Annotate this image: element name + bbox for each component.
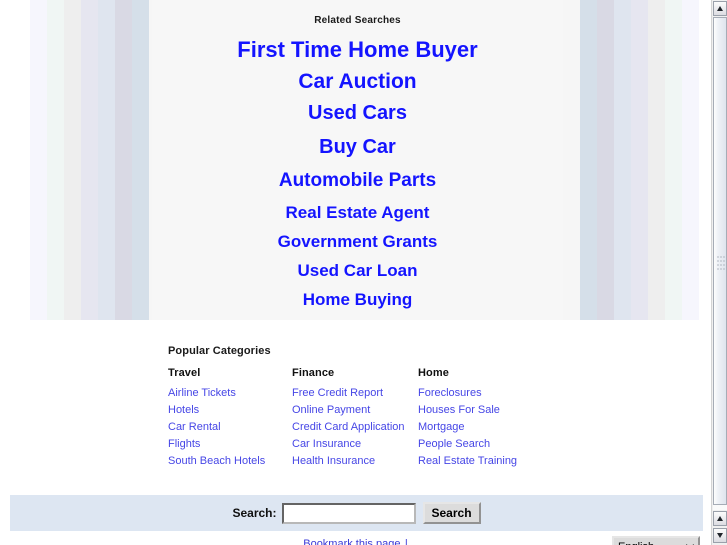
scrollbar-grip-icon xyxy=(717,256,725,270)
stripe xyxy=(47,0,64,320)
category-link[interactable]: Car Insurance xyxy=(292,436,418,453)
category-link[interactable]: Real Estate Training xyxy=(418,453,542,470)
category-link[interactable]: Airline Tickets xyxy=(168,385,292,402)
triangle-up-icon xyxy=(717,6,723,11)
stripe xyxy=(30,0,47,320)
scroll-down-button[interactable] xyxy=(713,528,727,543)
scroll-up-button-secondary[interactable] xyxy=(713,511,727,526)
related-search-link[interactable]: Government Grants xyxy=(152,233,563,251)
stripe xyxy=(665,0,682,320)
category-heading: Travel xyxy=(168,367,201,379)
stripe xyxy=(597,0,614,320)
stripe xyxy=(115,0,132,320)
category-link[interactable]: Mortgage xyxy=(418,419,542,436)
page-viewport: Related Searches First Time Home Buyer C… xyxy=(0,0,711,545)
language-select[interactable]: English xyxy=(612,536,700,545)
search-label: Search: xyxy=(232,506,277,520)
stripe xyxy=(580,0,597,320)
related-searches-title: Related Searches xyxy=(314,15,401,26)
related-search-link[interactable]: Car Auction xyxy=(152,71,563,93)
category-link[interactable]: Hotels xyxy=(168,402,292,419)
stripe xyxy=(614,0,631,320)
search-button[interactable]: Search xyxy=(422,502,481,524)
bookmark-row: Bookmark this page | xyxy=(0,534,711,545)
popular-categories-title: Popular Categories xyxy=(168,345,271,357)
category-link[interactable]: People Search xyxy=(418,436,542,453)
vertical-scrollbar[interactable] xyxy=(711,0,727,545)
stripe xyxy=(98,0,115,320)
stripe xyxy=(563,0,580,320)
category-columns: Travel Airline Tickets Hotels Car Rental… xyxy=(168,367,598,470)
stripe xyxy=(648,0,665,320)
decorative-stripes-right xyxy=(563,0,699,320)
scroll-up-button[interactable] xyxy=(713,1,727,16)
category-link[interactable]: Free Credit Report xyxy=(292,385,418,402)
stripe xyxy=(81,0,98,320)
search-input[interactable] xyxy=(281,502,416,524)
category-link[interactable]: Health Insurance xyxy=(292,453,418,470)
link-separator: | xyxy=(404,538,408,545)
related-search-link[interactable]: Home Buying xyxy=(152,291,563,309)
related-search-link[interactable]: Used Cars xyxy=(152,103,563,124)
search-form: Search: Search xyxy=(10,495,703,531)
related-searches-section: Related Searches First Time Home Buyer C… xyxy=(152,0,563,309)
scrollbar-thumb[interactable] xyxy=(713,17,727,505)
category-link[interactable]: Foreclosures xyxy=(418,385,542,402)
category-link[interactable]: Houses For Sale xyxy=(418,402,542,419)
bookmark-this-page-link[interactable]: Bookmark this page xyxy=(303,538,400,545)
footer-search-band: Search: Search xyxy=(10,495,703,531)
stripe xyxy=(132,0,149,320)
popular-categories-section: Popular Categories Travel Airline Ticket… xyxy=(168,345,598,470)
category-heading: Finance xyxy=(292,367,335,379)
category-column-travel: Travel Airline Tickets Hotels Car Rental… xyxy=(168,367,292,470)
related-search-link[interactable]: Real Estate Agent xyxy=(152,204,563,222)
triangle-down-icon xyxy=(717,533,723,538)
stripe xyxy=(631,0,648,320)
triangle-up-icon xyxy=(717,516,723,521)
related-search-link[interactable]: Automobile Parts xyxy=(152,171,563,191)
stripe xyxy=(64,0,81,320)
category-link[interactable]: Car Rental xyxy=(168,419,292,436)
stripe xyxy=(682,0,699,320)
category-link[interactable]: Flights xyxy=(168,436,292,453)
category-link[interactable]: South Beach Hotels xyxy=(168,453,292,470)
category-link[interactable]: Credit Card Application xyxy=(292,419,418,436)
category-column-home: Home Foreclosures Houses For Sale Mortga… xyxy=(418,367,542,470)
decorative-stripes-left xyxy=(30,0,166,320)
category-column-finance: Finance Free Credit Report Online Paymen… xyxy=(292,367,418,470)
related-search-link[interactable]: Used Car Loan xyxy=(152,262,563,280)
related-search-link[interactable]: Buy Car xyxy=(152,137,563,158)
category-heading: Home xyxy=(418,367,449,379)
related-search-link[interactable]: First Time Home Buyer xyxy=(152,38,563,61)
category-link[interactable]: Online Payment xyxy=(292,402,418,419)
